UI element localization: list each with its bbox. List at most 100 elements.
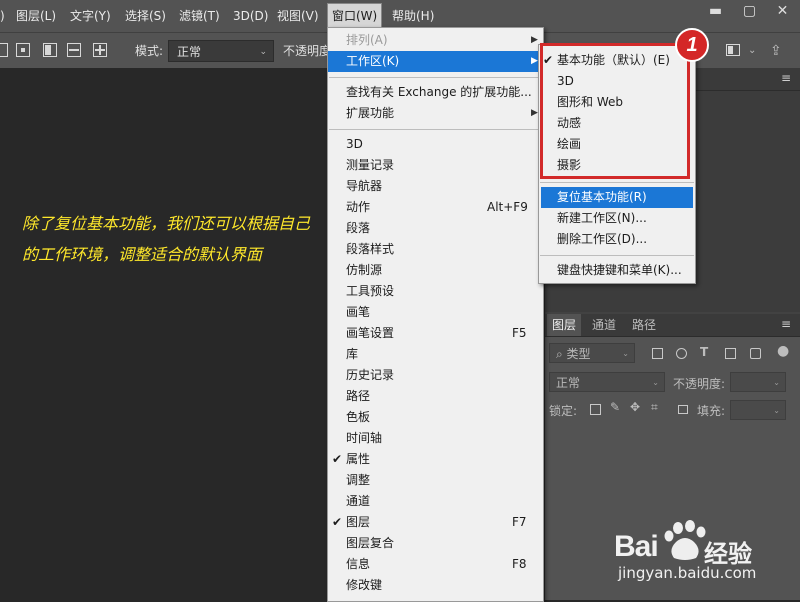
selection-new-icon[interactable]	[93, 43, 107, 57]
menu-item-label: 排列(A)	[346, 33, 388, 47]
tab-paths[interactable]: 路径	[627, 314, 661, 336]
tab-layers[interactable]: 图层	[547, 314, 582, 336]
checkmark-icon: ✔	[332, 515, 343, 529]
menu-separator	[329, 129, 542, 130]
blend-mode-select[interactable]: 正常 ⌄	[549, 372, 665, 392]
menu-item-paragraph-styles[interactable]: 段落样式	[328, 239, 543, 260]
menu-item-workspace[interactable]: 工作区(K) ▶	[328, 51, 543, 72]
opacity-label: 不透明度	[283, 44, 332, 58]
filter-type-icon[interactable]: T	[700, 345, 708, 359]
menu-item-history[interactable]: 历史记录	[328, 365, 543, 386]
lock-transparent-icon[interactable]	[590, 404, 601, 415]
selection-subtract-icon[interactable]	[43, 43, 57, 57]
menu-item-exchange[interactable]: 查找有关 Exchange 的扩展功能...	[328, 82, 543, 103]
layer-filter-value: 类型	[566, 347, 591, 361]
chevron-down-icon[interactable]: ⌄	[748, 33, 756, 69]
menu-view[interactable]: 视图(V)	[277, 0, 319, 32]
watermark-brand: Bai	[614, 530, 659, 563]
menu-item-layer-comps[interactable]: 图层复合	[328, 533, 543, 554]
menu-item-libraries[interactable]: 库	[328, 344, 543, 365]
workspace-icon[interactable]	[726, 44, 740, 56]
menu-item-measurement-log[interactable]: 测量记录	[328, 155, 543, 176]
selection-add-icon[interactable]	[16, 43, 30, 57]
menu-item-swatches[interactable]: 色板	[328, 407, 543, 428]
menu-item-label: 通道	[346, 494, 371, 508]
menu-item-reset-essentials[interactable]: 复位基本功能(R)	[541, 187, 693, 208]
close-icon[interactable]: ✕	[766, 0, 799, 24]
filter-adjustment-icon[interactable]	[676, 348, 687, 359]
menu-separator	[540, 255, 694, 256]
layer-filter-select[interactable]: ⌕ 类型 ⌄	[549, 343, 635, 363]
menu-type[interactable]: 文字(Y)	[70, 0, 111, 32]
menu-item-channels[interactable]: 通道	[328, 491, 543, 512]
menu-item-extensions[interactable]: 扩展功能 ▶	[328, 103, 543, 124]
menu-item-properties[interactable]: ✔ 属性	[328, 449, 543, 470]
menu-item-brushes[interactable]: 画笔	[328, 302, 543, 323]
filter-pixel-icon[interactable]	[652, 348, 663, 359]
menu-item-label: 工作区(K)	[346, 54, 400, 68]
lock-artboard-icon[interactable]: ⌗	[651, 400, 658, 415]
blend-mode-value: 正常	[556, 376, 581, 390]
menu-item-actions[interactable]: 动作 Alt+F9	[328, 197, 543, 218]
menu-item-label: 时间轴	[346, 431, 383, 445]
chevron-down-icon: ⌄	[622, 349, 629, 358]
selection-intersect-icon[interactable]	[67, 43, 81, 57]
maximize-icon[interactable]: ▢	[733, 0, 766, 24]
tab-channels[interactable]: 通道	[587, 314, 621, 336]
fill-field[interactable]: ⌄	[730, 400, 786, 420]
step-badge: 1	[675, 28, 709, 62]
highlight-box	[540, 43, 690, 179]
menu-item-timeline[interactable]: 时间轴	[328, 428, 543, 449]
filter-shape-icon[interactable]	[725, 348, 736, 359]
lock-move-icon[interactable]: ✥	[630, 400, 640, 414]
chevron-down-icon: ⌄	[773, 406, 780, 415]
menu-item-new-workspace[interactable]: 新建工作区(N)...	[539, 208, 695, 229]
menu-item-clone-source[interactable]: 仿制源	[328, 260, 543, 281]
filter-toggle-icon[interactable]: ●	[777, 343, 789, 359]
mode-select[interactable]: 正常 ⌄	[168, 40, 274, 62]
menu-select[interactable]: 选择(S)	[125, 0, 166, 32]
menu-3d[interactable]: 3D(D)	[233, 0, 268, 32]
menu-item-label: 色板	[346, 410, 371, 424]
menu-item-adjustments[interactable]: 调整	[328, 470, 543, 491]
menu-item-label: 动作	[346, 200, 371, 214]
menu-item-shortcut: Alt+F9	[487, 200, 528, 214]
menu-window[interactable]: 窗口(W)	[327, 3, 383, 29]
menu-item-label: 修改键	[346, 578, 383, 592]
menu-item-label: 新建工作区(N)...	[557, 211, 647, 225]
menu-separator	[540, 182, 694, 183]
panel-menu-icon[interactable]: ≡	[781, 71, 791, 85]
lock-brush-icon[interactable]: ✎	[610, 400, 620, 414]
menu-item-keyboard-shortcuts[interactable]: 键盘快捷键和菜单(K)...	[539, 260, 695, 281]
menu-item-paragraph[interactable]: 段落	[328, 218, 543, 239]
menu-item-info[interactable]: 信息 F8	[328, 554, 543, 575]
checkmark-icon: ✔	[332, 452, 343, 466]
chevron-down-icon: ⌄	[652, 378, 659, 387]
menu-item-layers[interactable]: ✔ 图层 F7	[328, 512, 543, 533]
opacity-label: 不透明度:	[673, 377, 726, 391]
panel-menu-icon[interactable]: ≡	[781, 317, 791, 331]
menu-item-tool-presets[interactable]: 工具预设	[328, 281, 543, 302]
menu-item-modifier-keys[interactable]: 修改键	[328, 575, 543, 596]
menu-item-brush-settings[interactable]: 画笔设置 F5	[328, 323, 543, 344]
menu-item-arrange[interactable]: 排列(A) ▶	[328, 30, 543, 51]
menu-filter[interactable]: 滤镜(T)	[179, 0, 220, 32]
chevron-down-icon: ⌄	[259, 47, 267, 57]
menu-layer[interactable]: 图层(L)	[16, 0, 56, 32]
selection-mode-icon[interactable]	[0, 43, 8, 57]
lock-all-icon[interactable]	[678, 405, 688, 414]
opacity-field[interactable]: ⌄	[730, 372, 786, 392]
menu-item-label: 扩展功能	[346, 106, 395, 120]
menu-separator	[329, 77, 542, 78]
menu-item-label: 段落样式	[346, 242, 395, 256]
submenu-arrow-icon: ▶	[531, 35, 538, 45]
menu-partial-left[interactable]: )	[0, 0, 5, 32]
menu-item-navigator[interactable]: 导航器	[328, 176, 543, 197]
filter-smart-object-icon[interactable]	[750, 348, 761, 359]
menu-item-3d[interactable]: 3D	[328, 134, 543, 155]
menu-item-paths[interactable]: 路径	[328, 386, 543, 407]
minimize-icon[interactable]: ▬	[699, 0, 732, 24]
menu-item-delete-workspace[interactable]: 删除工作区(D)...	[539, 229, 695, 250]
share-icon[interactable]: ⇪	[770, 33, 782, 69]
menu-item-label: 工具预设	[346, 284, 395, 298]
